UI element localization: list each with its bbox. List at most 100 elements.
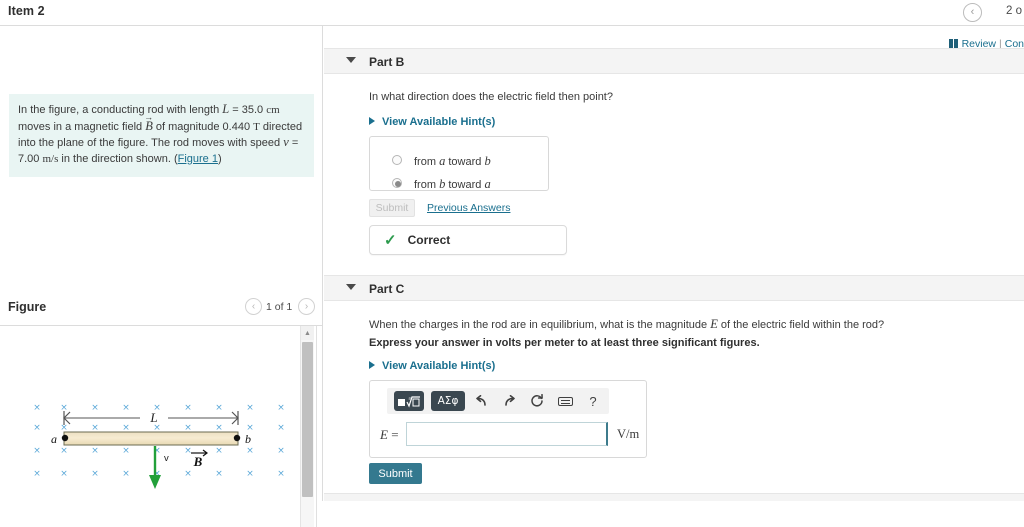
figure-title: Figure bbox=[8, 300, 47, 314]
part-b-answer-card: from a toward b from b toward a bbox=[369, 136, 549, 191]
svg-text:×: × bbox=[33, 423, 41, 433]
math-template-icon[interactable]: n bbox=[394, 391, 424, 411]
svg-text:×: × bbox=[277, 403, 285, 413]
radio-dot-0[interactable] bbox=[392, 155, 402, 165]
svg-text:×: × bbox=[215, 403, 223, 413]
svg-text:×: × bbox=[122, 469, 130, 479]
svg-text:v: v bbox=[164, 453, 169, 464]
item-nav-count: 2 o bbox=[1006, 5, 1022, 17]
svg-text:×: × bbox=[277, 423, 285, 433]
prompt-line3-c: in the direction shown. ( bbox=[58, 152, 178, 165]
part-c-question-a: When the charges in the rod are in equil… bbox=[369, 319, 711, 331]
part-c-instruction: Express your answer in volts per meter t… bbox=[369, 337, 760, 349]
svg-text:×: × bbox=[33, 446, 41, 456]
help-button[interactable]: ? bbox=[581, 390, 605, 412]
part-c-label: Part C bbox=[369, 282, 405, 296]
caret-down-icon[interactable] bbox=[346, 57, 356, 63]
figure-1-link[interactable]: Figure 1 bbox=[178, 153, 218, 165]
svg-text:×: × bbox=[122, 403, 130, 413]
part-b-submit-button: Submit bbox=[369, 199, 415, 217]
svg-text:×: × bbox=[184, 446, 192, 456]
part-b-hint-label: View Available Hint(s) bbox=[382, 116, 496, 128]
scrollbar-thumb[interactable] bbox=[302, 342, 313, 497]
svg-text:×: × bbox=[246, 469, 254, 479]
svg-text:×: × bbox=[33, 469, 41, 479]
svg-text:a: a bbox=[51, 432, 57, 446]
prompt-line3-d: ) bbox=[217, 152, 222, 165]
part-b-label: Part B bbox=[369, 55, 405, 69]
refresh-icon[interactable] bbox=[525, 390, 549, 412]
part-c-hint-label: View Available Hint(s) bbox=[382, 360, 496, 372]
svg-text:b: b bbox=[245, 432, 251, 446]
part-c-header[interactable]: Part C bbox=[324, 275, 1024, 301]
figure-right-rail bbox=[316, 326, 317, 527]
svg-text:×: × bbox=[91, 446, 99, 456]
part-c-hint-link[interactable]: View Available Hint(s) bbox=[369, 360, 495, 372]
figure-scrollbar[interactable]: ▲ bbox=[300, 326, 314, 527]
unit-tesla: T bbox=[253, 120, 260, 133]
svg-text:L: L bbox=[149, 410, 157, 425]
svg-text:×: × bbox=[60, 446, 68, 456]
answer-equation-label: E = bbox=[380, 427, 399, 443]
figure-prev-button[interactable]: ‹ bbox=[245, 298, 262, 315]
part-c-question-b: of the electric field within the rod? bbox=[717, 319, 885, 331]
radio-dot-1[interactable] bbox=[392, 178, 402, 188]
radio-label-0: from a toward b bbox=[414, 154, 491, 168]
bottom-bar bbox=[324, 493, 1024, 501]
part-b-hint-link[interactable]: View Available Hint(s) bbox=[369, 116, 495, 128]
figure-canvas: × × × × × × × × × × × × × × × × × × × × × × × × × × × × × × × × × × × × L a bbox=[0, 326, 300, 527]
prompt-line2-a: magnetic field bbox=[74, 120, 146, 133]
part-b-feedback-box: ✓ Correct bbox=[369, 225, 567, 255]
math-toolbar: n ΑΣφ ? bbox=[387, 388, 609, 414]
part-b-header[interactable]: Part B bbox=[324, 48, 1024, 74]
check-icon: ✓ bbox=[384, 231, 397, 249]
caret-right-icon[interactable] bbox=[369, 117, 375, 125]
item-title: Item 2 bbox=[8, 4, 45, 18]
caret-down-icon[interactable] bbox=[346, 284, 356, 290]
prompt-line2-b: of magnitude 0.440 bbox=[152, 120, 254, 133]
greek-symbols-button[interactable]: ΑΣφ bbox=[431, 391, 465, 411]
svg-text:×: × bbox=[246, 446, 254, 456]
undo-arrow-icon[interactable] bbox=[469, 390, 493, 412]
svg-text:×: × bbox=[277, 446, 285, 456]
symbol-E: E bbox=[710, 317, 718, 331]
svg-text:×: × bbox=[215, 469, 223, 479]
problem-statement: In the figure, a conducting rod with len… bbox=[9, 94, 314, 177]
prompt-line1-a: In the figure, a conducting rod with len… bbox=[18, 104, 223, 116]
keyboard-icon[interactable] bbox=[553, 390, 577, 412]
svg-text:×: × bbox=[60, 469, 68, 479]
figure-next-button[interactable]: › bbox=[298, 298, 315, 315]
svg-text:B: B bbox=[193, 454, 203, 469]
answer-equals-sign: = bbox=[391, 427, 399, 442]
svg-text:×: × bbox=[33, 403, 41, 413]
svg-text:×: × bbox=[91, 403, 99, 413]
part-b-feedback-label: Correct bbox=[407, 233, 451, 247]
part-c-question: When the charges in the rod are in equil… bbox=[369, 317, 1009, 333]
answer-input[interactable] bbox=[406, 422, 608, 446]
part-b-previous-answers-link[interactable]: Previous Answers bbox=[427, 202, 510, 214]
svg-text:×: × bbox=[122, 446, 130, 456]
prompt-line1-b: = 35.0 bbox=[229, 104, 267, 116]
part-b-question: In what direction does the electric fiel… bbox=[369, 91, 613, 103]
scroll-up-icon[interactable]: ▲ bbox=[301, 326, 314, 340]
previous-item-button[interactable]: ‹ bbox=[963, 3, 982, 22]
unit-meters-per-second: m/s bbox=[42, 152, 59, 165]
prompt-line3-a: figure. The rod moves with speed bbox=[117, 137, 284, 149]
svg-text:×: × bbox=[277, 469, 285, 479]
caret-right-icon[interactable] bbox=[369, 361, 375, 369]
symbol-B-vector: B bbox=[145, 119, 153, 135]
top-bar: Item 2 ‹ 2 o bbox=[0, 0, 1024, 26]
part-c-answer-widget: n ΑΣφ ? E = V/m bbox=[369, 380, 647, 458]
part-c-submit-button[interactable]: Submit bbox=[369, 463, 422, 484]
svg-text:×: × bbox=[215, 446, 223, 456]
rod-in-magnetic-field-diagram: × × × × × × × × ×× × × × × × × × ×× × × × × × × × ×× × × × × × × × × L a bbox=[33, 403, 285, 489]
svg-text:×: × bbox=[184, 403, 192, 413]
svg-text:×: × bbox=[91, 469, 99, 479]
left-panel: In the figure, a conducting rod with len… bbox=[0, 26, 323, 527]
book-icon bbox=[948, 39, 958, 48]
prompt-line1-c: moves in a bbox=[18, 120, 72, 133]
right-panel: Review | Con Part B In what direction does… bbox=[324, 26, 1024, 501]
svg-text:×: × bbox=[246, 403, 254, 413]
figure-count: 1 of 1 bbox=[266, 301, 293, 313]
redo-arrow-icon[interactable] bbox=[497, 390, 521, 412]
